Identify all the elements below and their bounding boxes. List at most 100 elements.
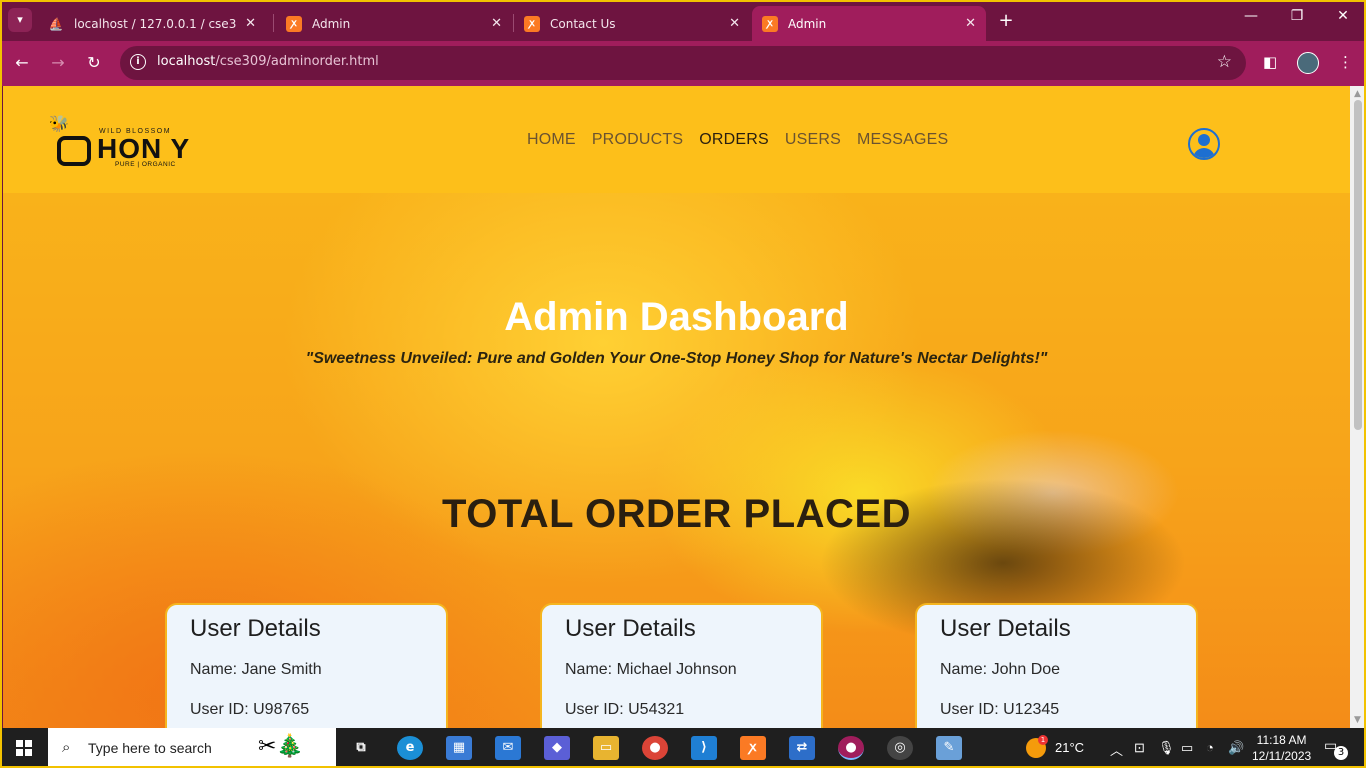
tab-admin-1[interactable]: ꭗ Admin ✕	[276, 6, 512, 41]
tab-search-button[interactable]: ▾	[8, 8, 32, 32]
microphone-icon[interactable]: 🎙	[1158, 740, 1175, 756]
chrome-icon[interactable]: ●	[642, 736, 668, 760]
nav-users[interactable]: USERS	[785, 131, 841, 149]
tab-contact-us[interactable]: ꭗ Contact Us ✕	[514, 6, 750, 41]
main-navigation: HOME PRODUCTS ORDERS USERS MESSAGES	[527, 131, 948, 149]
windows-start-icon[interactable]	[16, 740, 32, 756]
phpmyadmin-icon: ⛵	[48, 16, 64, 31]
system-clock[interactable]: 11:18 AM 12/11/2023	[1252, 732, 1311, 764]
xampp-icon: ꭗ	[524, 15, 540, 32]
forward-arrow-icon[interactable]: →	[48, 53, 68, 72]
vscode-icon[interactable]: ⟩	[691, 736, 717, 760]
hexagon-icon	[57, 136, 91, 166]
weather-icon[interactable]: 1	[1026, 735, 1048, 758]
user-id: User ID: U98765	[190, 701, 310, 718]
search-highlight-icon: ✂🎄	[258, 734, 304, 759]
taskbar-search-box[interactable]: ⌕ Type here to search ✂🎄	[48, 728, 336, 768]
paint-icon[interactable]: ✎	[936, 736, 962, 760]
notification-icon[interactable]: ▭ 3	[1324, 738, 1348, 760]
scroll-thumb[interactable]	[1354, 100, 1362, 430]
bee-icon: 🐝	[49, 114, 69, 133]
order-card: User Details Name: John Doe User ID: U12…	[915, 603, 1198, 728]
scroll-down-icon[interactable]: ▼	[1354, 715, 1361, 725]
chevron-up-icon[interactable]: ︿	[1110, 740, 1123, 759]
wifi-icon[interactable]: ◔	[1206, 740, 1214, 755]
store-icon[interactable]: ▦	[446, 736, 472, 760]
edge-icon[interactable]: e	[397, 736, 423, 760]
xampp-icon: ꭗ	[762, 15, 778, 32]
card-title: User Details	[940, 615, 1071, 642]
volume-icon[interactable]: 🔊	[1228, 740, 1244, 756]
user-id: User ID: U12345	[940, 701, 1060, 718]
order-card: User Details Name: Jane Smith User ID: U…	[165, 603, 448, 728]
bookmark-star-icon[interactable]: ☆	[1217, 52, 1232, 72]
file-explorer-icon[interactable]: ▭	[593, 736, 619, 760]
tab-label: localhost / 127.0.0.1 / cse309 / o	[74, 16, 237, 31]
url-text[interactable]: localhost/cse309/adminorder.html	[157, 54, 379, 69]
side-panel-icon[interactable]: ◧	[1263, 53, 1277, 71]
close-icon[interactable]: ✕	[245, 16, 256, 31]
windows-taskbar: ⌕ Type here to search ✂🎄 ⧉ e ▦ ✉ ◆ ▭ ● ⟩…	[0, 728, 1366, 768]
clock-time: 11:18 AM	[1256, 733, 1307, 747]
nav-home[interactable]: HOME	[527, 131, 576, 149]
card-title: User Details	[190, 615, 321, 642]
site-info-icon[interactable]: i	[130, 54, 146, 70]
user-icon-head	[1198, 134, 1210, 146]
reload-icon[interactable]: ↻	[84, 53, 104, 72]
user-name: Name: Michael Johnson	[565, 661, 737, 678]
browser-toolbar: ← → ↻ i localhost/cse309/adminorder.html…	[0, 41, 1366, 86]
card-title: User Details	[565, 615, 696, 642]
user-name: Name: John Doe	[940, 661, 1061, 678]
new-tab-button[interactable]: +	[996, 10, 1016, 31]
tab-admin-active[interactable]: ꭗ Admin ✕	[752, 6, 986, 41]
site-header: 🐝 WILD BLOSSOM HON Y PURE | ORGANIC HOME…	[3, 86, 1350, 193]
tab-label: Contact Us	[550, 16, 616, 31]
weather-badge: 1	[1038, 735, 1048, 745]
clock-date: 12/11/2023	[1252, 749, 1312, 763]
url-host: localhost	[157, 54, 216, 69]
section-title: TOTAL ORDER PLACED	[441, 492, 912, 536]
address-bar[interactable]: i localhost/cse309/adminorder.html ☆	[120, 46, 1246, 80]
window-close-icon[interactable]: ✕	[1333, 8, 1353, 24]
chrome-profile-icon[interactable]: ●	[838, 736, 864, 760]
tab-label: Admin	[788, 16, 827, 31]
site-logo[interactable]: 🐝 WILD BLOSSOM HON Y PURE | ORGANIC	[47, 114, 207, 170]
user-name: Name: Jane Smith	[190, 661, 322, 678]
obs-icon[interactable]: ◎	[887, 736, 913, 760]
order-card: User Details Name: Michael Johnson User …	[540, 603, 823, 728]
user-icon-body	[1193, 148, 1215, 158]
temperature-text[interactable]: 21°C	[1055, 740, 1084, 755]
camera-icon[interactable]: ⊡	[1134, 740, 1145, 756]
page-scrollbar[interactable]: ▲ ▼	[1350, 86, 1366, 728]
close-icon[interactable]: ✕	[491, 16, 502, 31]
nav-messages[interactable]: MESSAGES	[857, 131, 948, 149]
search-icon: ⌕	[62, 738, 71, 756]
scroll-up-icon[interactable]: ▲	[1354, 89, 1361, 99]
hero-tagline: "Sweetness Unveiled: Pure and Golden You…	[305, 350, 1048, 367]
more-menu-icon[interactable]: ⋮	[1338, 53, 1353, 71]
close-icon[interactable]: ✕	[965, 16, 976, 31]
copilot-icon[interactable]: ◆	[544, 736, 570, 760]
mail-icon[interactable]: ✉	[495, 736, 521, 760]
profile-avatar[interactable]	[1297, 52, 1319, 74]
user-id: User ID: U54321	[565, 701, 685, 718]
close-icon[interactable]: ✕	[729, 16, 740, 31]
xampp-icon: ꭗ	[286, 15, 302, 32]
tab-divider	[273, 14, 274, 32]
xampp-taskbar-icon[interactable]: ꭗ	[740, 736, 766, 760]
page-viewport: 🐝 WILD BLOSSOM HON Y PURE | ORGANIC HOME…	[3, 86, 1350, 728]
url-path: /cse309/adminorder.html	[215, 54, 379, 69]
notification-count: 3	[1334, 746, 1348, 760]
back-arrow-icon[interactable]: ←	[12, 53, 32, 72]
teamviewer-icon[interactable]: ⇄	[789, 736, 815, 760]
tab-phpmyadmin[interactable]: ⛵ localhost / 127.0.0.1 / cse309 / o ✕	[38, 6, 266, 41]
user-account-icon[interactable]	[1188, 128, 1220, 160]
restore-icon[interactable]: ❐	[1287, 8, 1307, 24]
nav-orders[interactable]: ORDERS	[699, 131, 769, 149]
search-placeholder: Type here to search	[88, 740, 212, 756]
nav-products[interactable]: PRODUCTS	[592, 131, 683, 149]
minimize-icon[interactable]: —	[1241, 8, 1261, 24]
logo-tagline: PURE | ORGANIC	[115, 161, 176, 168]
task-view-icon[interactable]: ⧉	[348, 736, 374, 760]
battery-icon[interactable]: ▭	[1181, 740, 1193, 756]
